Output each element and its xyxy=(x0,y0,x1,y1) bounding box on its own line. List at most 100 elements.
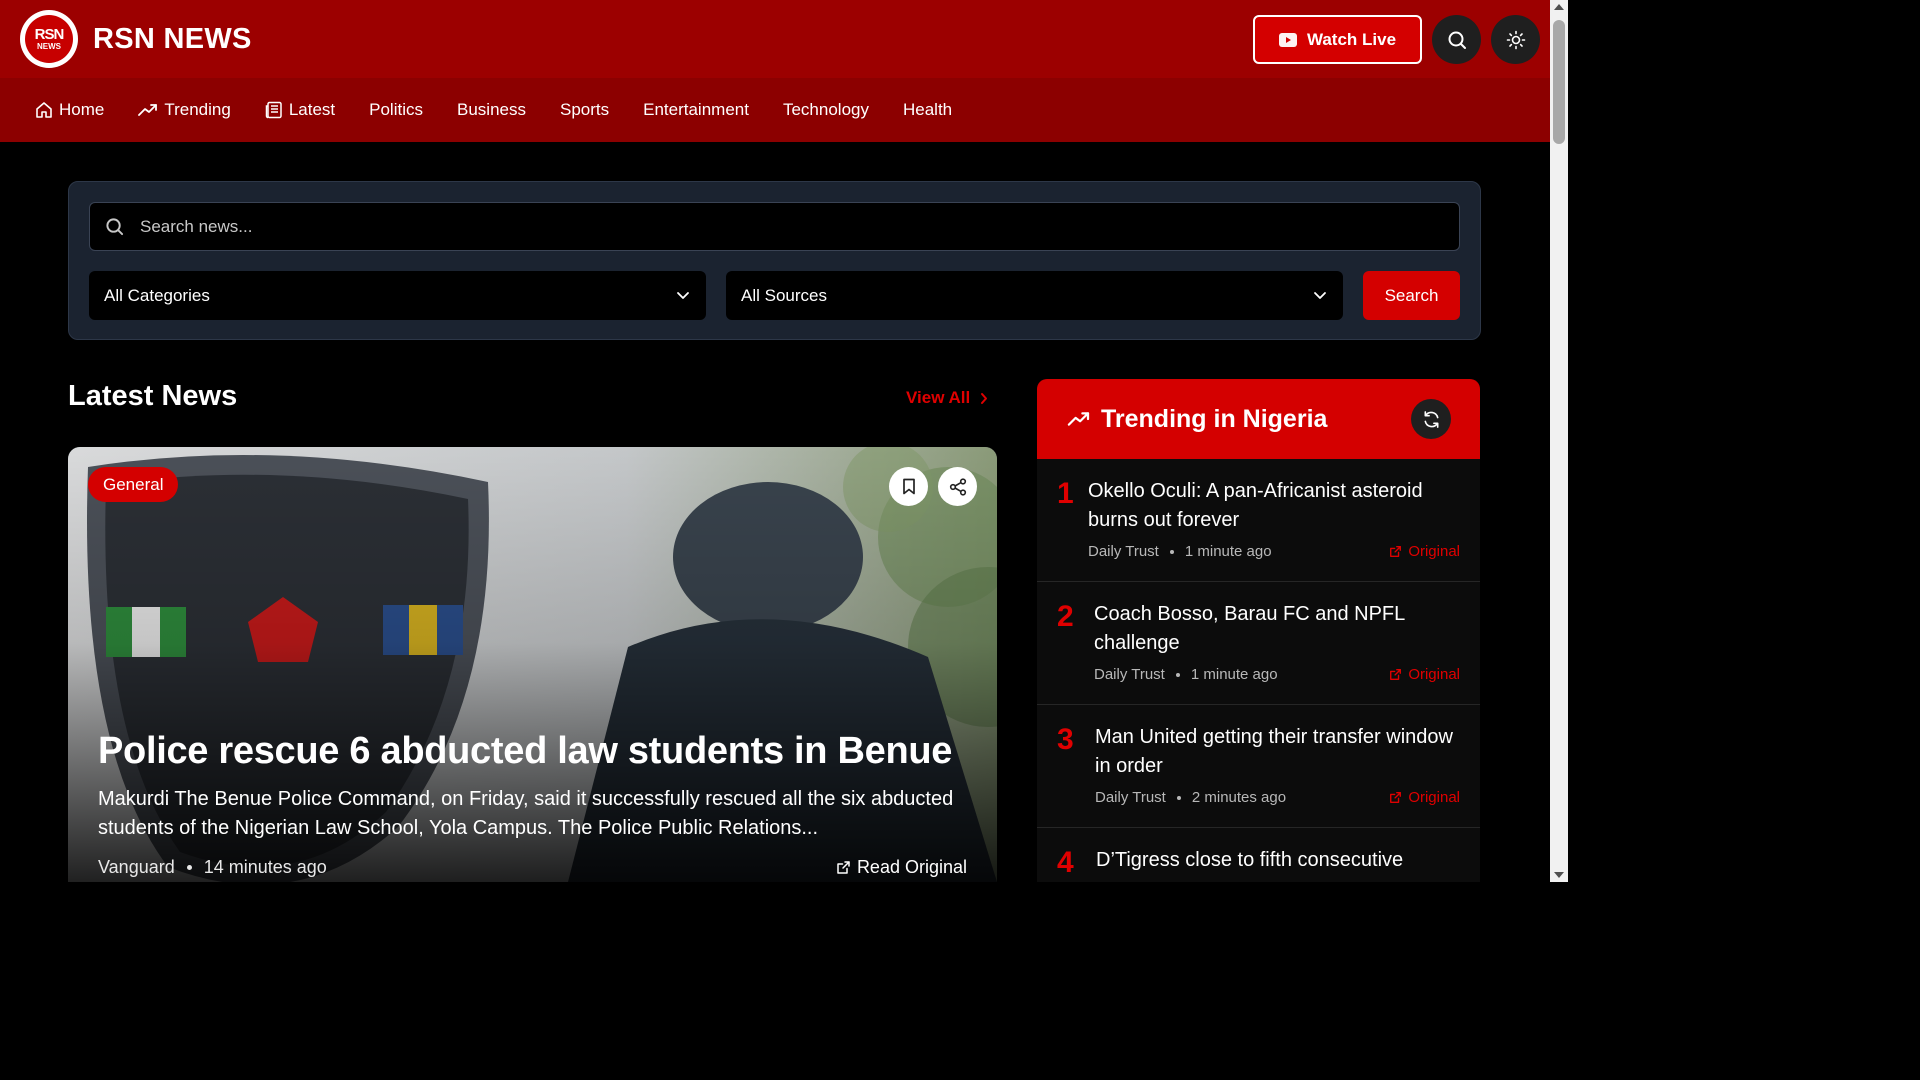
watch-live-button[interactable]: Watch Live xyxy=(1253,15,1422,64)
nav-label: Home xyxy=(59,100,105,119)
trending-icon xyxy=(1067,410,1091,428)
category-select-value: All Categories xyxy=(104,285,210,305)
trending-time: 1 minute ago xyxy=(1190,666,1278,683)
trending-rank: 2 xyxy=(1057,600,1074,633)
scrollbar-thumb[interactable] xyxy=(1553,20,1565,144)
search-input[interactable] xyxy=(140,216,1440,237)
search-button[interactable]: Search xyxy=(1363,271,1460,320)
page-scrollbar[interactable] xyxy=(1550,0,1568,882)
trending-item[interactable]: 2 Coach Bosso, Barau FC and NPFL challen… xyxy=(1037,582,1480,705)
trending-meta: Daily Trust 1 minute ago xyxy=(1088,543,1272,560)
nav-item-health[interactable]: Health xyxy=(903,100,952,120)
trending-meta: Daily Trust 2 minutes ago xyxy=(1095,789,1286,806)
share-icon xyxy=(949,477,967,496)
nav-label: Politics xyxy=(369,100,423,119)
brand-name[interactable]: RSN NEWS xyxy=(93,23,252,56)
original-label: Original xyxy=(1408,666,1460,683)
separator-dot xyxy=(186,865,192,870)
trending-time: 1 minute ago xyxy=(1184,543,1272,560)
read-original-link[interactable]: Read Original xyxy=(836,857,967,878)
trending-rank: 1 xyxy=(1057,477,1074,510)
trending-header: Trending in Nigeria xyxy=(1037,379,1480,459)
original-label: Original xyxy=(1408,543,1460,560)
trending-item[interactable]: 3 Man United getting their transfer wind… xyxy=(1037,705,1480,828)
trending-headline[interactable]: D’Tigress close to fifth consecutive xyxy=(1096,846,1476,875)
trending-rank: 4 xyxy=(1057,846,1074,879)
nav-label: Technology xyxy=(782,100,869,119)
site-header: RSN NEWS RSN NEWS Watch Live xyxy=(0,0,1550,78)
featured-source: Vanguard xyxy=(98,857,175,877)
youtube-icon xyxy=(1278,32,1307,47)
latest-news-heading: Latest News xyxy=(68,380,238,412)
featured-summary: Makurdi The Benue Police Command, on Fri… xyxy=(98,788,954,839)
refresh-icon xyxy=(1422,410,1441,429)
featured-meta: Vanguard 14 minutes ago xyxy=(98,857,327,878)
search-panel: All Categories All Sources Search xyxy=(68,181,1481,340)
view-all-label: View All xyxy=(906,388,971,407)
search-field[interactable] xyxy=(89,202,1460,251)
theme-toggle-button[interactable] xyxy=(1491,15,1540,64)
search-toggle-button[interactable] xyxy=(1432,15,1481,64)
original-link[interactable]: Original xyxy=(1389,666,1460,683)
external-link-icon xyxy=(836,860,857,875)
nav-label: Sports xyxy=(559,100,610,119)
logo-text-bottom: NEWS xyxy=(37,42,61,51)
trending-time: 2 minutes ago xyxy=(1191,789,1287,806)
trending-headline[interactable]: Okello Oculi: A pan-Africanist asteroid … xyxy=(1088,477,1458,535)
nav-label: Business xyxy=(457,100,526,119)
trending-meta: Daily Trust 1 minute ago xyxy=(1094,666,1278,683)
bookmark-button[interactable] xyxy=(889,467,928,506)
search-icon xyxy=(105,217,124,236)
trending-source: Daily Trust xyxy=(1095,789,1166,806)
trending-rank: 3 xyxy=(1057,723,1074,756)
site-logo[interactable]: RSN NEWS xyxy=(20,10,78,68)
chevron-down-icon xyxy=(676,291,690,300)
main-nav: Home Trending Latest Politics Business S… xyxy=(0,78,1550,142)
trending-headline[interactable]: Coach Bosso, Barau FC and NPFL challenge xyxy=(1094,600,1464,658)
refresh-button[interactable] xyxy=(1411,399,1451,439)
source-select-value: All Sources xyxy=(741,285,827,305)
nav-item-politics[interactable]: Politics xyxy=(369,100,423,120)
nav-item-trending[interactable]: Trending xyxy=(138,100,231,120)
separator-dot xyxy=(1175,672,1180,677)
read-original-label: Read Original xyxy=(856,857,967,877)
trending-source: Daily Trust xyxy=(1094,666,1165,683)
scroll-up-arrow[interactable] xyxy=(1554,4,1564,10)
bookmark-icon xyxy=(902,478,916,495)
newspaper-icon xyxy=(265,101,289,119)
external-link-icon xyxy=(1389,791,1408,804)
featured-headline[interactable]: Police rescue 6 abducted law students in… xyxy=(98,730,952,773)
watch-live-label: Watch Live xyxy=(1306,29,1397,49)
original-link[interactable]: Original xyxy=(1389,543,1460,560)
search-icon xyxy=(1447,30,1467,50)
nav-item-technology[interactable]: Technology xyxy=(783,100,869,120)
nav-item-latest[interactable]: Latest xyxy=(265,100,335,120)
nav-item-home[interactable]: Home xyxy=(35,100,104,120)
nav-item-sports[interactable]: Sports xyxy=(560,100,609,120)
original-link[interactable]: Original xyxy=(1389,789,1460,806)
sun-icon xyxy=(1506,30,1526,50)
view-all-link[interactable]: View All xyxy=(906,388,988,408)
chevron-down-icon xyxy=(1313,291,1327,300)
home-icon xyxy=(35,101,59,119)
nav-label: Entertainment xyxy=(643,100,749,119)
featured-time: 14 minutes ago xyxy=(203,857,327,877)
nav-item-business[interactable]: Business xyxy=(457,100,526,120)
trending-headline[interactable]: Man United getting their transfer window… xyxy=(1095,723,1465,781)
category-select[interactable]: All Categories xyxy=(89,271,706,320)
trending-item[interactable]: 1 Okello Oculi: A pan-Africanist asteroi… xyxy=(1037,459,1480,582)
scroll-down-arrow[interactable] xyxy=(1554,872,1564,878)
nav-label: Latest xyxy=(288,100,336,119)
nav-label: Trending xyxy=(164,100,231,119)
source-select[interactable]: All Sources xyxy=(726,271,1343,320)
logo-text-top: RSN xyxy=(34,26,65,43)
category-badge[interactable]: General xyxy=(88,467,179,502)
trending-item[interactable]: 4 D’Tigress close to fifth consecutive xyxy=(1037,828,1480,882)
featured-article-card[interactable]: General Police rescue 6 abducted law stu… xyxy=(68,447,997,882)
separator-dot xyxy=(1176,795,1181,800)
header-actions: Watch Live xyxy=(1253,15,1550,64)
share-button[interactable] xyxy=(938,467,977,506)
nav-item-entertainment[interactable]: Entertainment xyxy=(643,100,749,120)
trending-title: Trending in Nigeria xyxy=(1101,404,1328,433)
logo-badge: RSN NEWS xyxy=(25,15,73,63)
